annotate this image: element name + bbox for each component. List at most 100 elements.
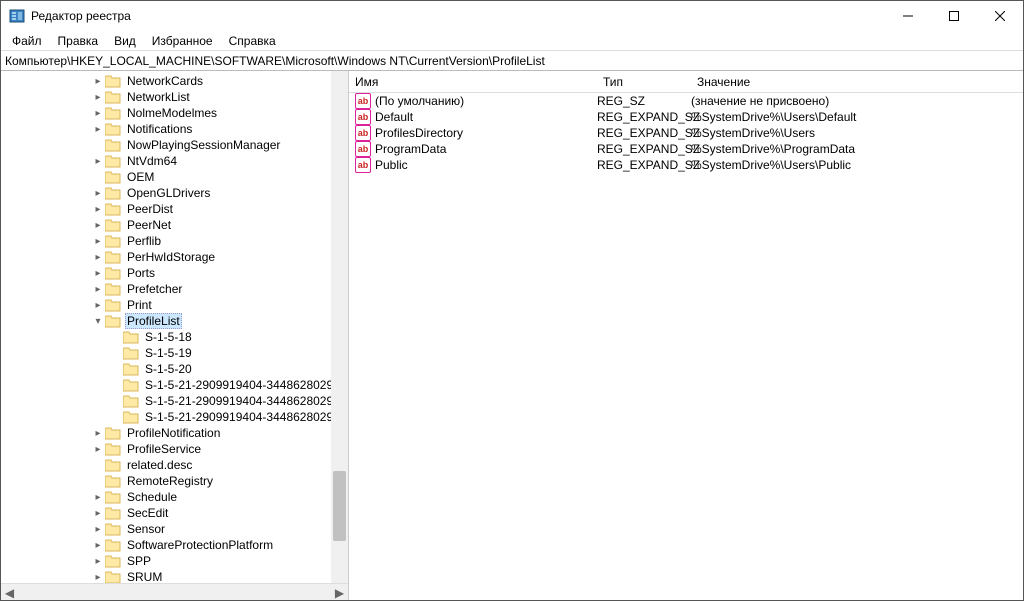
expand-icon[interactable]: ▸ xyxy=(91,506,105,520)
tree-item[interactable]: NowPlayingSessionManager xyxy=(1,137,348,153)
tree-item[interactable]: OEM xyxy=(1,169,348,185)
tree-item[interactable]: ▸SPP xyxy=(1,553,348,569)
col-name[interactable]: Имя xyxy=(349,75,597,89)
expand-icon[interactable]: ▸ xyxy=(91,298,105,312)
tree-item[interactable]: ▸PeerDist xyxy=(1,201,348,217)
registry-tree[interactable]: ▸NetworkCards▸NetworkList▸NolmeModelmes▸… xyxy=(1,71,348,600)
tree-item[interactable]: ▸PerHwIdStorage xyxy=(1,249,348,265)
tree-item[interactable]: ▸Sensor xyxy=(1,521,348,537)
tree-label: Print xyxy=(125,297,154,313)
tree-label: Prefetcher xyxy=(125,281,184,297)
tree-label: S-1-5-18 xyxy=(143,329,194,345)
value-name: (По умолчанию) xyxy=(375,94,597,108)
address-bar[interactable]: Компьютер\HKEY_LOCAL_MACHINE\SOFTWARE\Mi… xyxy=(1,51,1023,71)
tree-item[interactable]: ▸NtVdm64 xyxy=(1,153,348,169)
tree-item[interactable]: ▾ ProfileList xyxy=(1,313,348,329)
vertical-scrollbar[interactable] xyxy=(331,71,348,583)
tree-item[interactable]: ▸Perflib xyxy=(1,233,348,249)
tree-item[interactable]: ▸NetworkCards xyxy=(1,73,348,89)
tree-label: RemoteRegistry xyxy=(125,473,215,489)
expand-icon[interactable]: ▸ xyxy=(91,234,105,248)
tree-item[interactable]: ▸SecEdit xyxy=(1,505,348,521)
menu-справка[interactable]: Справка xyxy=(222,33,283,49)
value-row[interactable]: ab(По умолчанию)REG_SZ(значение не присв… xyxy=(349,93,1023,109)
tree-item[interactable]: ▸Notifications xyxy=(1,121,348,137)
expand-icon[interactable]: ▸ xyxy=(91,106,105,120)
tree-item[interactable]: ▸ Prefetcher xyxy=(1,281,348,297)
no-expand xyxy=(91,170,105,184)
tree-item[interactable]: S-1-5-18 xyxy=(1,329,348,345)
value-type: REG_EXPAND_SZ xyxy=(597,142,691,156)
menu-файл[interactable]: Файл xyxy=(5,33,49,49)
tree-item[interactable]: ▸ Print xyxy=(1,297,348,313)
tree-item[interactable]: S-1-5-21-2909919404-3448628029-189704808… xyxy=(1,409,348,425)
expand-icon[interactable]: ▸ xyxy=(91,266,105,280)
expand-icon[interactable]: ▸ xyxy=(91,282,105,296)
value-row[interactable]: abProgramDataREG_EXPAND_SZ%SystemDrive%\… xyxy=(349,141,1023,157)
expand-icon[interactable]: ▸ xyxy=(91,202,105,216)
expand-icon[interactable]: ▸ xyxy=(91,250,105,264)
folder-icon xyxy=(105,298,121,312)
tree-item[interactable]: ▸NolmeModelmes xyxy=(1,105,348,121)
tree-item[interactable]: ▸ProfileService xyxy=(1,441,348,457)
folder-icon xyxy=(123,378,139,392)
scroll-right-icon[interactable]: ▶ xyxy=(331,584,348,600)
folder-icon xyxy=(105,170,121,184)
expand-icon[interactable]: ▾ xyxy=(91,314,105,328)
tree-item[interactable]: S-1-5-20 xyxy=(1,361,348,377)
scrollbar-thumb[interactable] xyxy=(333,471,346,541)
no-expand xyxy=(109,362,123,376)
value-row[interactable]: abPublicREG_EXPAND_SZ%SystemDrive%\Users… xyxy=(349,157,1023,173)
col-value[interactable]: Значение xyxy=(691,75,1023,89)
tree-item[interactable]: ▸NetworkList xyxy=(1,89,348,105)
scroll-track[interactable] xyxy=(18,584,331,600)
tree-item[interactable]: ▸OpenGLDrivers xyxy=(1,185,348,201)
tree-item[interactable]: ▸PeerNet xyxy=(1,217,348,233)
expand-icon[interactable]: ▸ xyxy=(91,522,105,536)
tree-item[interactable]: ▸SoftwareProtectionPlatform xyxy=(1,537,348,553)
expand-icon[interactable]: ▸ xyxy=(91,426,105,440)
expand-icon[interactable]: ▸ xyxy=(91,538,105,552)
value-type: REG_EXPAND_SZ xyxy=(597,158,691,172)
menu-правка[interactable]: Правка xyxy=(51,33,106,49)
tree-item[interactable]: related.desc xyxy=(1,457,348,473)
value-type: REG_EXPAND_SZ xyxy=(597,126,691,140)
value-data: (значение не присвоено) xyxy=(691,94,1023,108)
expand-icon[interactable]: ▸ xyxy=(91,442,105,456)
menubar: ФайлПравкаВидИзбранноеСправка xyxy=(1,31,1023,51)
folder-icon xyxy=(105,570,121,584)
expand-icon[interactable]: ▸ xyxy=(91,218,105,232)
tree-item[interactable]: ▸ProfileNotification xyxy=(1,425,348,441)
value-row[interactable]: abProfilesDirectoryREG_EXPAND_SZ%SystemD… xyxy=(349,125,1023,141)
menu-вид[interactable]: Вид xyxy=(107,33,143,49)
horizontal-scrollbar[interactable]: ◀ ▶ xyxy=(1,583,348,600)
expand-icon[interactable]: ▸ xyxy=(91,74,105,88)
values-list[interactable]: ab(По умолчанию)REG_SZ(значение не присв… xyxy=(349,93,1023,173)
tree-item[interactable]: ▸Ports xyxy=(1,265,348,281)
close-button[interactable] xyxy=(977,1,1023,31)
expand-icon[interactable]: ▸ xyxy=(91,186,105,200)
expand-icon[interactable]: ▸ xyxy=(91,122,105,136)
tree-item[interactable]: S-1-5-21-2909919404-3448628029-189704808… xyxy=(1,377,348,393)
expand-icon[interactable]: ▸ xyxy=(91,570,105,584)
string-value-icon: ab xyxy=(355,157,371,173)
tree-item[interactable]: S-1-5-21-2909919404-3448628029-189704808… xyxy=(1,393,348,409)
tree-item[interactable]: RemoteRegistry xyxy=(1,473,348,489)
tree-item[interactable]: S-1-5-19 xyxy=(1,345,348,361)
expand-icon[interactable]: ▸ xyxy=(91,554,105,568)
expand-icon[interactable]: ▸ xyxy=(91,154,105,168)
folder-icon xyxy=(123,394,139,408)
expand-icon[interactable]: ▸ xyxy=(91,490,105,504)
tree-item[interactable]: ▸Schedule xyxy=(1,489,348,505)
expand-icon[interactable]: ▸ xyxy=(91,90,105,104)
tree-label: ProfileList xyxy=(125,313,182,329)
no-expand xyxy=(109,394,123,408)
menu-избранное[interactable]: Избранное xyxy=(145,33,220,49)
column-headers[interactable]: Имя Тип Значение xyxy=(349,71,1023,93)
string-value-icon: ab xyxy=(355,109,371,125)
scroll-left-icon[interactable]: ◀ xyxy=(1,584,18,600)
col-type[interactable]: Тип xyxy=(597,75,691,89)
value-row[interactable]: abDefaultREG_EXPAND_SZ%SystemDrive%\User… xyxy=(349,109,1023,125)
minimize-button[interactable] xyxy=(885,1,931,31)
maximize-button[interactable] xyxy=(931,1,977,31)
